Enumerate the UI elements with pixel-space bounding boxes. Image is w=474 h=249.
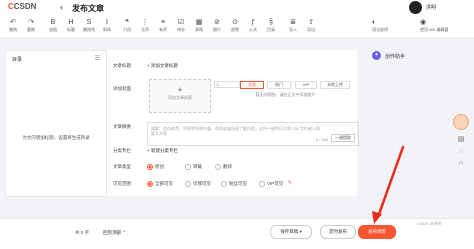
arrow-shaft xyxy=(376,145,405,219)
annotation-arrow xyxy=(372,145,405,224)
